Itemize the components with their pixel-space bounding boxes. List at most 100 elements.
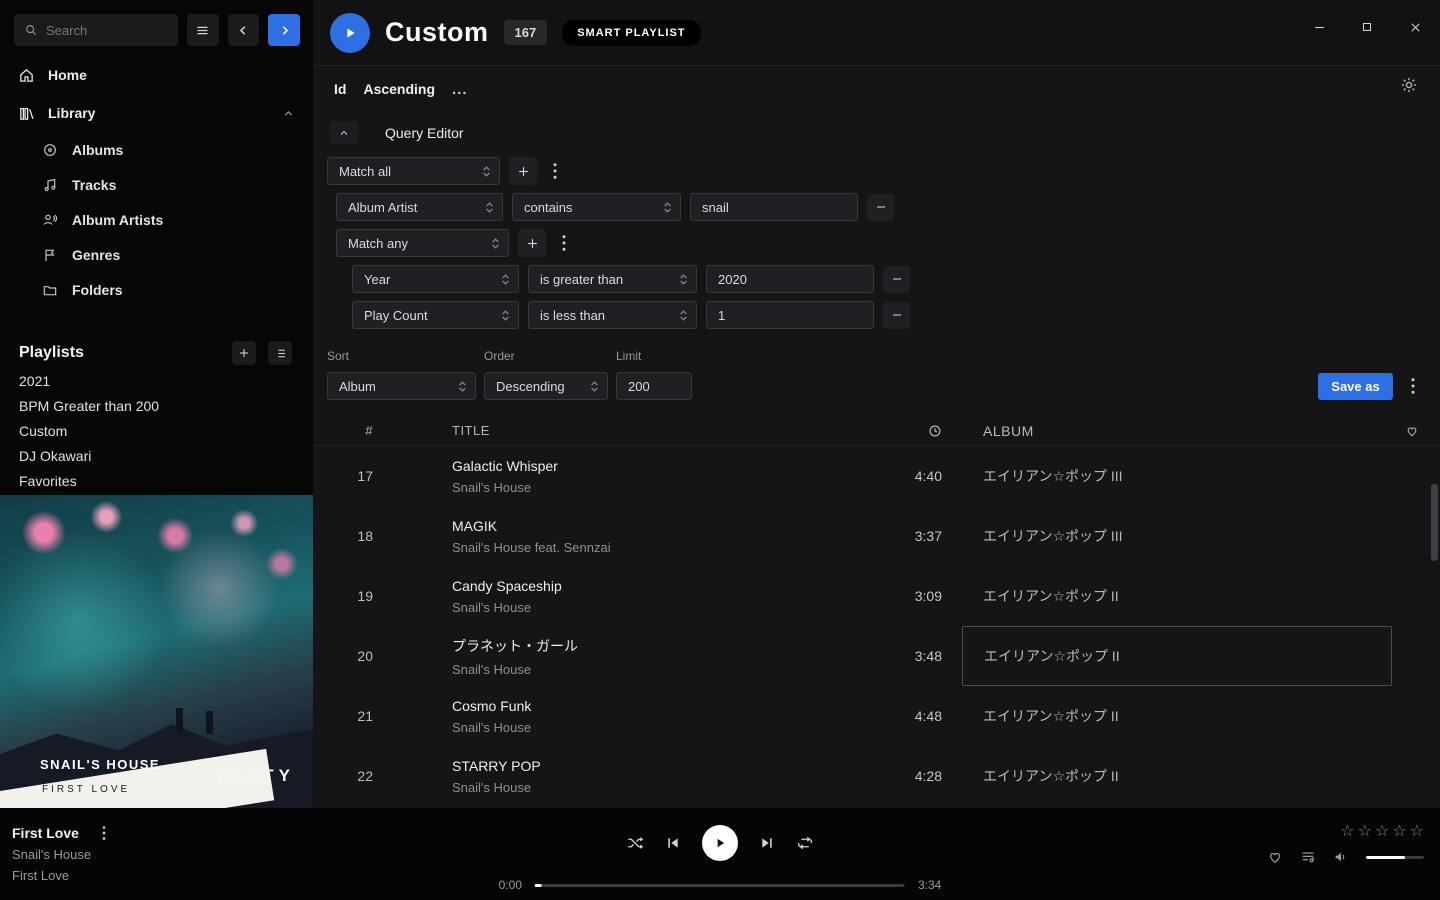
playlist-item[interactable]: 2021 [0,369,313,394]
sidebar-item-tracks[interactable]: Tracks [0,167,313,202]
repeat-button[interactable] [796,834,814,852]
table-row[interactable]: 19 Candy Spaceship Snail's House 3:09 エイ… [313,566,1440,626]
select-arrows-icon [663,201,672,214]
rule-value-field[interactable] [707,302,873,328]
sidebar-item-genres[interactable]: Genres [0,237,313,272]
close-button[interactable] [1402,14,1428,40]
favorite-heart-icon[interactable] [1267,849,1283,865]
group-menu-button[interactable] [546,157,564,185]
volume-icon[interactable] [1333,849,1349,865]
save-as-button[interactable]: Save as [1318,373,1393,400]
now-playing-menu-button[interactable] [95,825,113,841]
match-mode-select[interactable]: Match any [336,229,509,257]
table-row[interactable]: 20 プラネット・ガール Snail's House 3:48 エイリアン☆ポッ… [313,626,1440,686]
remove-rule-button[interactable] [867,194,894,221]
play-icon [342,25,358,41]
column-number[interactable]: # [313,423,377,438]
now-playing-title: First Love [12,825,79,841]
sidebar-item-albums[interactable]: Albums [0,132,313,167]
playlist-options-button[interactable] [268,341,292,365]
settings-gear-icon[interactable] [1400,76,1418,94]
search-field[interactable] [46,23,168,38]
rule-value-field[interactable] [691,194,857,220]
sidebar-item-library[interactable]: Library [0,94,313,132]
collapse-query-editor-button[interactable] [330,122,358,144]
queue-icon[interactable] [1300,849,1316,865]
sidebar-item-album-artists[interactable]: Album Artists [0,202,313,237]
table-row[interactable]: 17 Galactic Whisper Snail's House 4:40 エ… [313,446,1440,506]
limit-field[interactable] [617,373,691,399]
track-album[interactable]: エイリアン☆ポップ II [962,766,1392,786]
maximize-button[interactable] [1354,14,1380,40]
track-title: STARRY POP [452,758,870,774]
column-album[interactable]: ALBUM [962,423,1392,439]
table-row[interactable]: 21 Cosmo Funk Snail's House 4:48 エイリアン☆ポ… [313,686,1440,746]
add-playlist-button[interactable] [232,341,256,365]
column-duration[interactable] [870,424,942,438]
remove-rule-button[interactable] [883,266,910,293]
column-title[interactable]: TITLE [452,423,870,438]
add-rule-button[interactable] [509,157,537,185]
track-album-focused[interactable]: エイリアン☆ポップ II [962,626,1392,686]
rule-field-select[interactable]: Year [352,265,519,293]
sidebar-item-folders[interactable]: Folders [0,272,313,307]
sidebar-item-home[interactable]: Home [0,56,313,94]
track-album[interactable]: エイリアン☆ポップ III [962,526,1392,546]
add-rule-button[interactable] [518,229,546,257]
play-playlist-button[interactable] [330,13,370,53]
sidebar-item-label: Home [48,67,87,83]
star-icon[interactable]: ☆ [1410,821,1424,840]
track-album[interactable]: エイリアン☆ポップ III [962,466,1392,486]
more-options-button[interactable]: ... [452,81,468,98]
track-album[interactable]: エイリアン☆ポップ II [962,706,1392,726]
previous-track-button[interactable] [665,835,681,851]
star-icon[interactable]: ☆ [1392,821,1406,840]
flag-icon [42,247,58,263]
minimize-button[interactable] [1306,14,1332,40]
shuffle-button[interactable] [626,834,644,852]
artist-icon [42,212,58,228]
star-icon[interactable]: ☆ [1358,821,1372,840]
rule-value-input[interactable] [706,265,874,293]
rule-operator-select[interactable]: contains [512,193,681,221]
search-input[interactable] [14,14,178,46]
playlist-item[interactable]: Custom [0,419,313,444]
rule-value-input[interactable] [690,193,858,221]
column-favorite[interactable] [1392,424,1432,438]
nav-back-button[interactable] [228,14,260,46]
match-mode-select[interactable]: Match all [327,157,500,185]
table-row[interactable]: 22 STARRY POP Snail's House 4:28 エイリアン☆ポ… [313,746,1440,806]
playlist-item[interactable]: Favorites [0,469,313,494]
scrollbar-thumb[interactable] [1431,484,1438,561]
query-sort-select[interactable]: Album [327,372,476,400]
nav-forward-button[interactable] [268,14,300,46]
seek-bar[interactable] [535,884,905,887]
table-row[interactable]: 18 MAGIK Snail's House feat. Sennzai 3:3… [313,506,1440,566]
play-pause-button[interactable] [702,825,738,861]
playlist-item[interactable]: BPM Greater than 200 [0,394,313,419]
star-icon[interactable]: ☆ [1375,821,1389,840]
next-track-button[interactable] [759,835,775,851]
playlist-item[interactable]: DJ Okawari [0,444,313,469]
save-menu-button[interactable] [1404,372,1422,400]
rule-operator-select[interactable]: is less than [528,301,697,329]
query-order-select[interactable]: Descending [484,372,608,400]
rule-operator-select[interactable]: is greater than [528,265,697,293]
rule-field-select[interactable]: Play Count [352,301,519,329]
star-icon[interactable]: ☆ [1340,821,1354,840]
sidebar-item-label: Genres [72,247,120,263]
menu-button[interactable] [187,14,219,46]
search-icon [24,23,38,37]
remove-rule-button[interactable] [883,302,910,329]
track-album[interactable]: エイリアン☆ポップ II [962,586,1392,606]
select-value: Match all [339,164,391,179]
sort-field-button[interactable]: Id [334,81,346,97]
rule-value-field[interactable] [707,266,873,292]
group-menu-button[interactable] [555,229,573,257]
volume-slider[interactable] [1366,856,1424,859]
rule-value-input[interactable] [706,301,874,329]
sort-direction-button[interactable]: Ascending [363,81,435,97]
chevron-up-icon[interactable] [282,107,295,120]
rule-field-select[interactable]: Album Artist [336,193,503,221]
query-limit-input[interactable] [616,372,692,400]
